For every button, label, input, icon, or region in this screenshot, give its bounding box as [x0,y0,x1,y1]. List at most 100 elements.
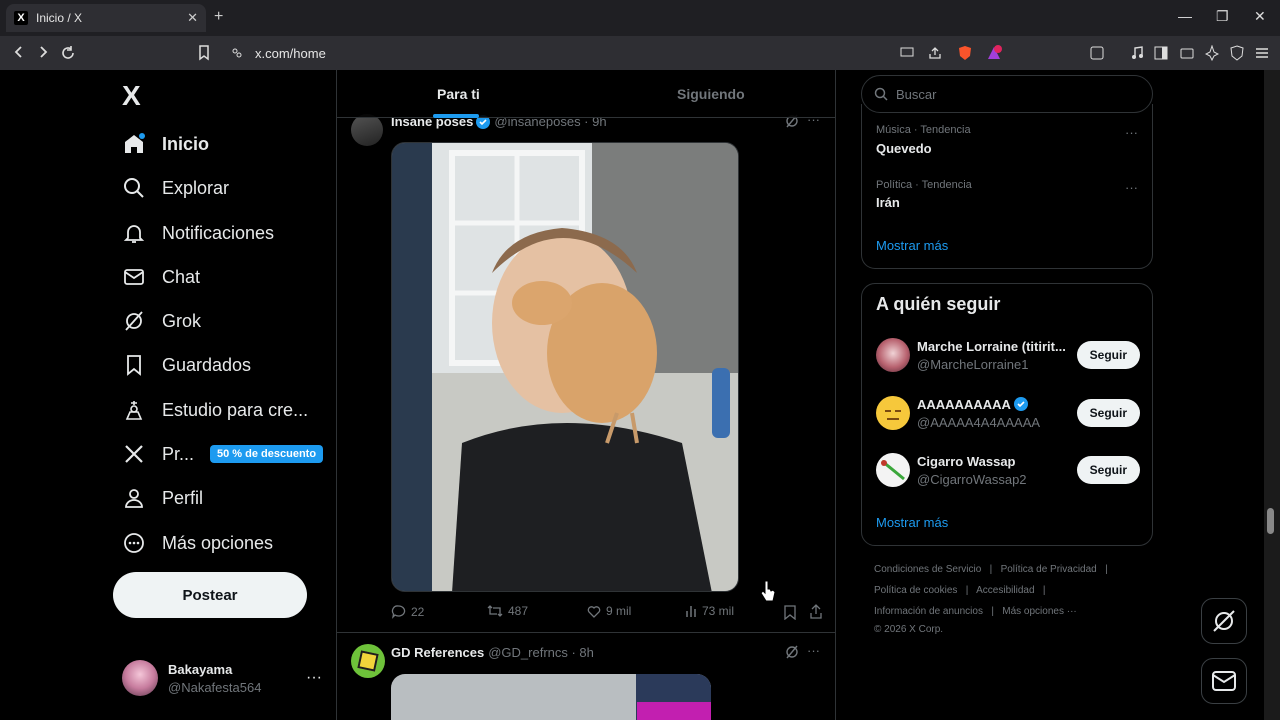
post-button[interactable]: Postear [113,572,307,618]
footer-accessibility-link[interactable]: Accesibilidad [976,585,1034,596]
avatar[interactable] [351,114,383,146]
messages-fab-button[interactable] [1201,658,1247,704]
tab-title: Inicio / X [36,11,83,25]
browser-tabbar: X Inicio / X ✕ + — ❐ ✕ [0,0,1280,36]
grok-icon [122,309,146,333]
trend-name[interactable]: Quevedo [876,141,932,156]
grok-fab-button[interactable] [1201,598,1247,644]
url-text[interactable]: x.com/home [255,46,326,61]
nav-item-grok[interactable]: Grok [122,301,201,341]
browser-tab[interactable]: X Inicio / X ✕ [6,4,206,32]
footer-links: Información de anuncios | Más opciones ·… [874,606,1077,617]
views-button[interactable]: 73 mil [685,604,734,618]
nav-item-chat[interactable]: Chat [122,257,200,297]
footer-cookies-link[interactable]: Política de cookies [874,585,957,596]
reload-icon[interactable] [60,45,76,61]
follow-show-more-link[interactable]: Mostrar más [876,515,948,530]
follow-name: AAAAAAAAAA [917,396,1011,412]
nav-item-guardados[interactable]: Guardados [122,345,251,385]
reply-button[interactable]: 22 [391,604,424,619]
avatar [122,660,158,696]
footer-links: Política de cookies | Accesibilidad | [874,585,1045,596]
footer-separator: | [991,606,994,617]
post-image[interactable] [391,674,711,720]
more-icon[interactable]: ··· [306,669,322,687]
back-icon[interactable] [12,45,26,59]
trends-card: Música · Tendencia Quevedo ··· Política … [861,104,1153,269]
page-scrollbar[interactable] [1264,70,1280,720]
cast-icon[interactable] [900,47,914,59]
tab-close-icon[interactable]: ✕ [187,10,198,26]
more-circle-icon [122,531,146,555]
nav-item-premium[interactable]: Pr... 50 % de descuento [122,434,324,474]
rewards-icon[interactable] [986,45,1002,61]
account-switcher[interactable]: Bakayama @Nakafesta564 ··· [122,656,322,700]
discount-badge: 50 % de descuento [210,445,324,463]
scrollbar-thumb[interactable] [1267,508,1274,534]
trend-more-icon[interactable]: ··· [1125,180,1138,195]
music-icon[interactable] [1130,46,1144,60]
footer-terms-link[interactable]: Condiciones de Servicio [874,564,981,575]
views-icon [686,605,696,617]
tab-para-ti[interactable]: Para ti [437,86,480,102]
nav-item-estudio[interactable]: Estudio para cre... [122,390,308,430]
site-settings-icon[interactable] [231,47,243,59]
boy-with-chick-photo [392,143,738,591]
grok-icon[interactable] [785,645,799,659]
vpn-icon[interactable] [1230,45,1244,61]
follow-suggestion[interactable]: Marche Lorraine (titirit... @MarcheLorra… [876,337,1140,373]
footer-more-link[interactable]: Más opciones ··· [1002,606,1076,617]
nav-item-mas-opciones[interactable]: Más opciones [122,523,273,563]
bookmark-page-icon[interactable] [198,45,210,61]
follow-button[interactable]: Seguir [1076,341,1140,369]
follow-suggestion[interactable]: AAAAAAAAAA @AAAAA4A4AAAAA Seguir [876,395,1140,431]
sidebar-toggle-icon[interactable] [1154,46,1168,60]
footer-links: Condiciones de Servicio | Política de Pr… [874,564,1108,575]
post-author-name[interactable]: GD References [391,645,484,660]
repost-button[interactable]: 487 [487,604,528,618]
home-icon [122,132,146,156]
account-handle: @Nakafesta564 [168,679,262,695]
trends-show-more-link[interactable]: Mostrar más [876,238,948,253]
follow-button[interactable]: Seguir [1076,399,1140,427]
footer-ads-info-link[interactable]: Información de anuncios [874,606,983,617]
nav-item-inicio[interactable]: Inicio [122,124,209,164]
share-page-icon[interactable] [928,46,942,60]
brave-shield-icon[interactable] [958,45,972,61]
post-author-handle[interactable]: @GD_refrncs · 8h [488,645,594,660]
post-image[interactable] [391,142,739,592]
maximize-button[interactable]: ❐ [1216,8,1229,25]
trend-more-icon[interactable]: ··· [1125,125,1138,140]
menu-icon[interactable] [1255,47,1269,59]
like-button[interactable]: 9 mil [587,604,631,618]
nav-label: Pr... [162,443,195,464]
bookmark-icon[interactable] [784,605,796,620]
nav-item-notificaciones[interactable]: Notificaciones [122,213,274,253]
follow-button[interactable]: Seguir [1076,456,1140,484]
forward-icon[interactable] [36,45,50,59]
nav-item-perfil[interactable]: Perfil [122,478,203,518]
minimize-button[interactable]: — [1178,8,1192,24]
wallet-icon[interactable] [1180,46,1194,60]
trend-name[interactable]: Irán [876,195,900,210]
ai-icon[interactable] [1205,45,1219,61]
gd-cube-icon [357,650,379,672]
window-close-button[interactable]: ✕ [1254,8,1266,25]
leo-icon[interactable] [1090,46,1104,60]
nav-label: Guardados [162,354,252,375]
search-icon [122,176,146,200]
new-tab-button[interactable]: + [214,8,223,26]
tab-siguiendo[interactable]: Siguiendo [677,86,745,102]
avatar [876,338,910,372]
follow-suggestion[interactable]: Cigarro Wassap @CigarroWassap2 Seguir [876,452,1140,488]
avatar[interactable] [351,644,385,678]
post-more-icon[interactable]: ··· [807,643,820,658]
nav-item-explorar[interactable]: Explorar [122,168,229,208]
gd-reference-image [391,674,711,720]
trend-category: Política · Tendencia [876,179,972,191]
x-logo-icon[interactable]: X [122,80,141,112]
share-icon[interactable] [809,604,823,619]
footer-privacy-link[interactable]: Política de Privacidad [1001,564,1097,575]
trend-category: Música · Tendencia [876,124,971,136]
post-actions: 22 487 9 mil 73 mil [391,604,823,624]
